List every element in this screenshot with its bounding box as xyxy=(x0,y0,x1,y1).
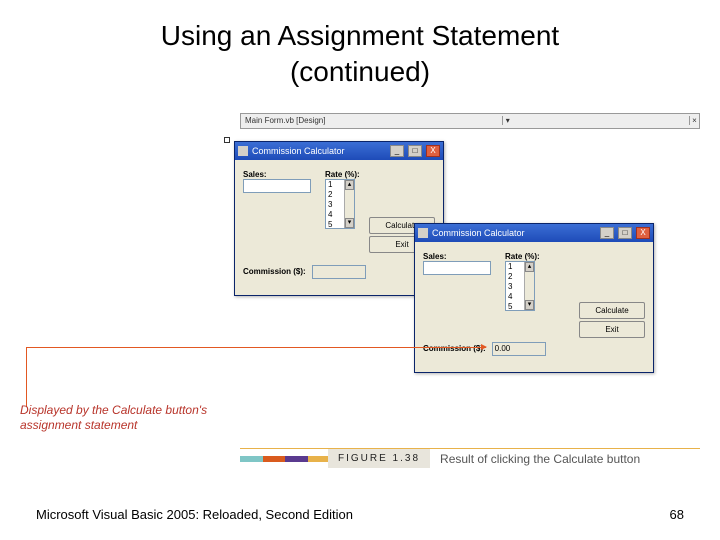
calculate-button[interactable]: Calculate xyxy=(579,302,645,319)
footer-text: Microsoft Visual Basic 2005: Reloaded, S… xyxy=(36,507,353,522)
selection-handle-icon xyxy=(224,137,230,143)
close-button[interactable]: X xyxy=(636,227,650,239)
app-icon xyxy=(238,146,248,156)
scroll-up-icon[interactable]: ▴ xyxy=(525,262,534,272)
tab-close-icon[interactable]: × xyxy=(689,116,699,125)
document-tab-bar: Main Form.vb [Design] ▾ × xyxy=(240,113,700,129)
scroll-down-icon[interactable]: ▾ xyxy=(525,300,534,310)
rate-listbox[interactable]: 1 2 3 4 5 ▴ ▾ xyxy=(325,179,355,229)
titlebar[interactable]: Commission Calculator _ □ X xyxy=(415,224,653,242)
maximize-button[interactable]: □ xyxy=(408,145,422,157)
figure-color-bar-icon xyxy=(240,456,330,462)
sales-input[interactable] xyxy=(423,261,491,275)
commission-output xyxy=(312,265,366,279)
form-body: Sales: Rate (%): 1 2 3 4 5 ▴ ▾ xyxy=(235,160,443,295)
rate-label: Rate (%): xyxy=(505,252,645,261)
title-line1: Using an Assignment Statement xyxy=(161,20,559,51)
maximize-button[interactable]: □ xyxy=(618,227,632,239)
exit-button[interactable]: Exit xyxy=(579,321,645,338)
titlebar[interactable]: Commission Calculator _ □ X xyxy=(235,142,443,160)
tab-dropdown-icon[interactable]: ▾ xyxy=(502,116,512,125)
figure-caption-text: Result of clicking the Calculate button xyxy=(440,452,640,466)
sales-input[interactable] xyxy=(243,179,311,193)
form-body: Sales: Rate (%): 1 2 3 4 5 ▴ ▾ xyxy=(415,242,653,372)
rate-listbox[interactable]: 1 2 3 4 5 ▴ ▾ xyxy=(505,261,535,311)
window-title: Commission Calculator xyxy=(432,228,596,238)
title-line2: (continued) xyxy=(290,56,430,87)
sales-label: Sales: xyxy=(423,252,495,261)
scrollbar[interactable]: ▴ ▾ xyxy=(524,262,534,310)
scrollbar[interactable]: ▴ ▾ xyxy=(344,180,354,228)
figure-area: Main Form.vb [Design] ▾ × Commission Cal… xyxy=(20,113,700,473)
close-button[interactable]: X xyxy=(426,145,440,157)
app-icon xyxy=(418,228,428,238)
commission-label: Commission ($): xyxy=(423,344,486,353)
commission-calculator-design-window: Commission Calculator _ □ X Sales: Rate … xyxy=(234,141,444,296)
scroll-up-icon[interactable]: ▴ xyxy=(345,180,354,190)
page-number: 68 xyxy=(670,507,684,522)
callout-line xyxy=(26,347,27,407)
figure-number: FIGURE 1.38 xyxy=(328,449,430,468)
sales-label: Sales: xyxy=(243,170,315,179)
scroll-down-icon[interactable]: ▾ xyxy=(345,218,354,228)
commission-calculator-runtime-window: Commission Calculator _ □ X Sales: Rate … xyxy=(414,223,654,373)
commission-output: 0.00 xyxy=(492,342,546,356)
rate-label: Rate (%): xyxy=(325,170,435,179)
figure-caption-bar: FIGURE 1.38 Result of clicking the Calcu… xyxy=(240,445,700,473)
slide-title: Using an Assignment Statement (continued… xyxy=(0,0,720,97)
callout-text: Displayed by the Calculate button's assi… xyxy=(20,403,230,434)
commission-label: Commission ($): xyxy=(243,267,306,276)
minimize-button[interactable]: _ xyxy=(390,145,404,157)
callout-line1: Displayed by the Calculate button's xyxy=(20,403,207,417)
callout-line2: assignment statement xyxy=(20,418,137,432)
minimize-button[interactable]: _ xyxy=(600,227,614,239)
window-title: Commission Calculator xyxy=(252,146,386,156)
slide-footer: Microsoft Visual Basic 2005: Reloaded, S… xyxy=(36,507,684,522)
tab-label[interactable]: Main Form.vb [Design] xyxy=(245,116,325,125)
callout-arrow-icon xyxy=(26,347,486,348)
